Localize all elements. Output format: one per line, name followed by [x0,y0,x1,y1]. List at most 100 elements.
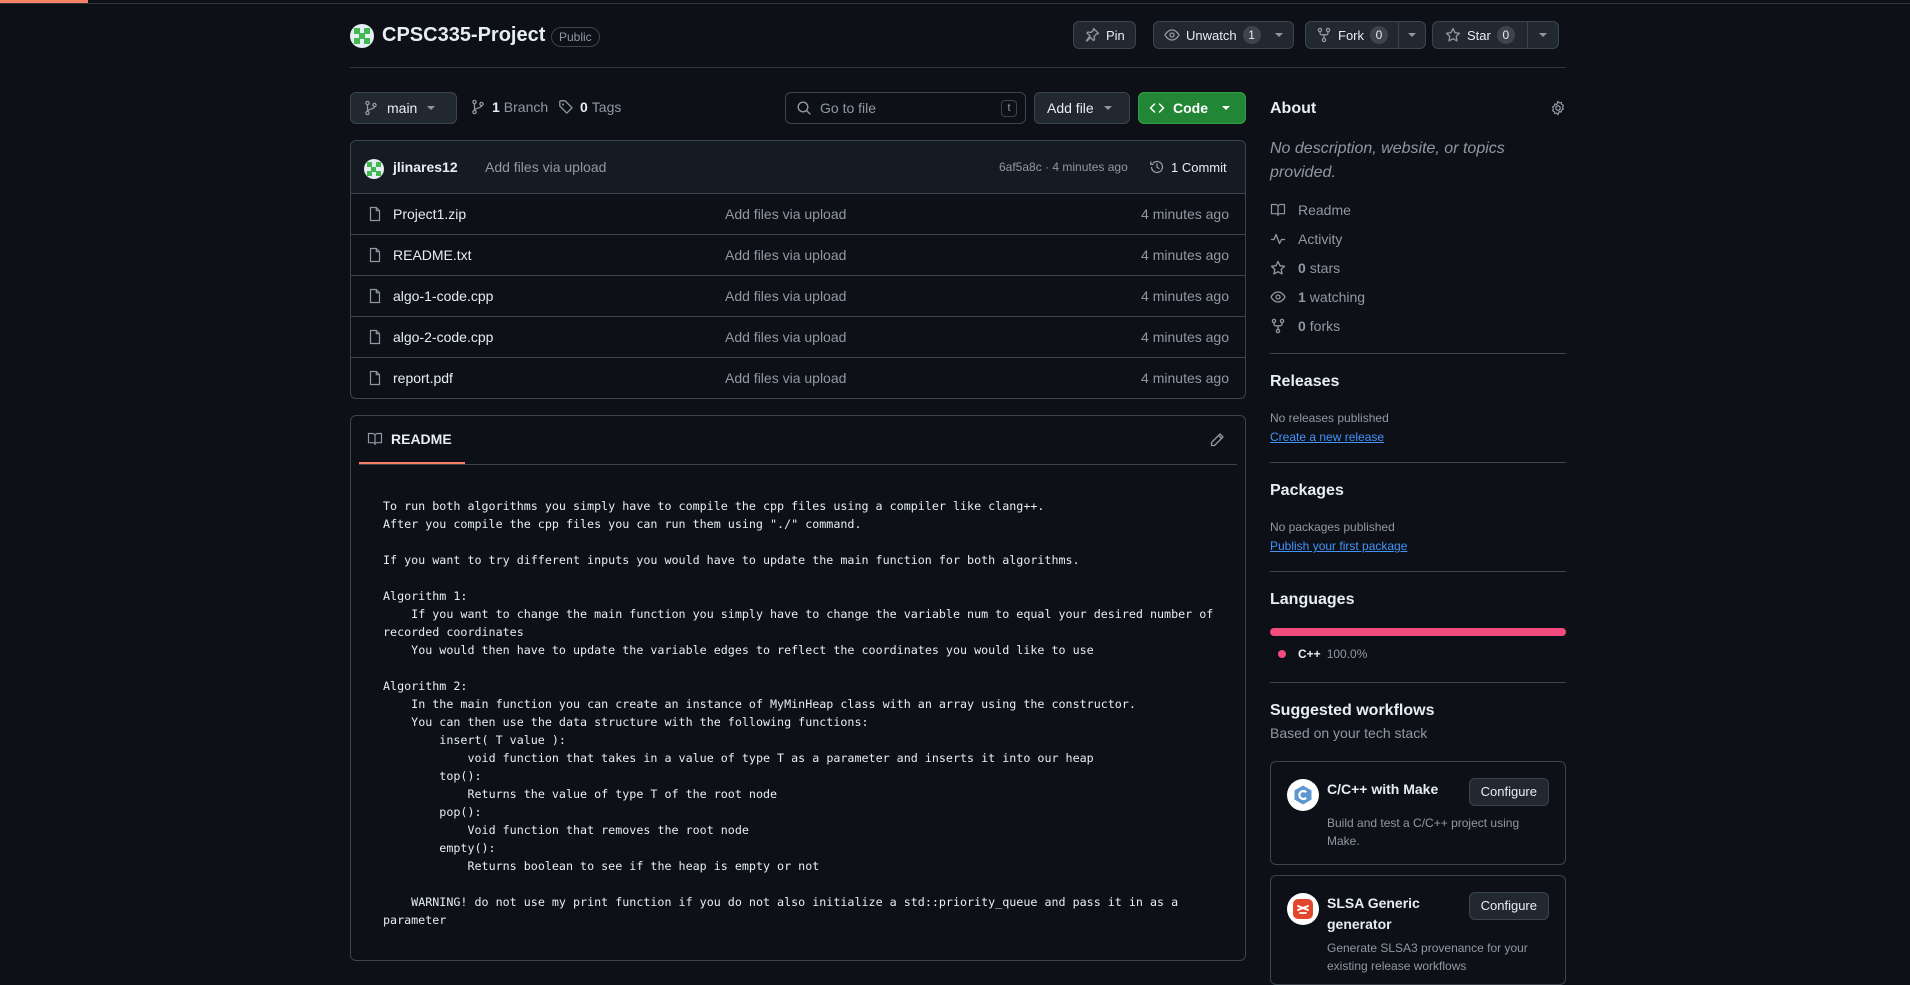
history-icon [1150,160,1164,174]
chevron-down-icon [427,106,436,110]
fork-button[interactable]: Fork 0 [1305,21,1426,49]
pin-label: Pin [1106,27,1125,43]
pin-button[interactable]: Pin [1073,21,1136,49]
branch-name: main [387,100,418,116]
file-commit-time: 4 minutes ago [1141,370,1229,386]
book-icon [1270,203,1286,217]
readme-link-label: Readme [1298,202,1351,218]
tags-label: Tags [591,99,622,115]
stars-link[interactable]: 0 stars [1270,260,1340,276]
configure-button[interactable]: Configure [1468,892,1549,920]
search-shortcut-hint: t [1001,100,1017,117]
author-avatar[interactable] [364,159,384,179]
eye-icon [1164,29,1180,41]
file-icon [369,206,381,222]
code-button[interactable]: Code [1138,92,1246,124]
latest-commit: jlinares12 Add files via upload 6af5a8c … [351,141,1245,194]
branch-icon [365,100,377,116]
commit-count: 1 Commit [1171,159,1227,175]
file-commit-message[interactable]: Add files via upload [725,329,846,345]
commit-author[interactable]: jlinares12 [393,159,458,175]
activity-link[interactable]: Activity [1270,231,1342,247]
language-name: C++ [1298,647,1321,661]
star-dropdown[interactable] [1526,22,1558,48]
file-row[interactable]: algo-2-code.cpp Add files via upload 4 m… [351,317,1245,358]
divider [1270,462,1566,463]
commits-link[interactable]: 1 Commit [1149,159,1227,175]
fork-dropdown[interactable] [1398,22,1425,48]
file-icon [369,329,381,345]
forks-label: forks [1309,318,1341,334]
unwatch-button[interactable]: Unwatch 1 [1153,21,1294,49]
go-to-file-search[interactable]: t [785,92,1026,124]
file-name[interactable]: algo-1-code.cpp [393,288,493,304]
language-bar [1270,628,1566,636]
workflow-title: SLSA Generic generator [1327,895,1420,932]
star-icon [1270,260,1286,275]
languages-heading: Languages [1270,591,1355,608]
file-commit-time: 4 minutes ago [1141,206,1229,222]
tab-readme[interactable]: README [359,416,465,464]
publish-package-link[interactable]: Publish your first package [1270,539,1407,553]
file-commit-time: 4 minutes ago [1141,247,1229,263]
star-button[interactable]: Star 0 [1432,21,1559,49]
configure-button[interactable]: Configure [1468,778,1549,806]
cpp-logo-icon [1287,779,1319,811]
file-row[interactable]: Project1.zip Add files via upload 4 minu… [351,194,1245,235]
watch-count: 1 [1242,26,1261,44]
file-row[interactable]: report.pdf Add files via upload 4 minute… [351,358,1245,398]
workflows-heading: Suggested workflows [1270,702,1435,719]
forks-link[interactable]: 0 forks [1270,318,1340,334]
fork-icon [1271,318,1285,334]
commit-message[interactable]: Add files via upload [485,159,606,175]
workflow-description: Build and test a C/C++ project using Mak… [1327,816,1520,848]
file-commit-message[interactable]: Add files via upload [725,206,846,222]
packages-heading[interactable]: Packages [1270,482,1344,500]
file-name[interactable]: Project1.zip [393,206,466,222]
code-icon [1149,103,1165,113]
releases-heading[interactable]: Releases [1270,373,1339,391]
add-file-button[interactable]: Add file [1034,92,1130,124]
repo-name[interactable]: CPSC335-Project [382,24,545,47]
file-row[interactable]: algo-1-code.cpp Add files via upload 4 m… [351,276,1245,317]
gear-icon[interactable] [1550,100,1566,116]
pencil-icon[interactable] [1209,432,1225,448]
search-icon [797,101,811,115]
watching-link[interactable]: 1 watching [1270,289,1365,305]
owner-avatar[interactable] [350,24,374,48]
go-to-file-input[interactable] [820,100,990,116]
stars-label: stars [1309,260,1341,276]
releases-status: No releases published [1270,411,1389,425]
readme-link[interactable]: Readme [1270,202,1351,218]
watching-label: watching [1309,289,1366,305]
file-row[interactable]: README.txt Add files via upload 4 minute… [351,235,1245,276]
add-file-label: Add file [1047,100,1094,116]
branches-link[interactable]: 1 Branch [470,99,548,115]
watch-dropdown[interactable] [1271,22,1293,48]
workflow-card: C/C++ with Make Build and test a C/C++ p… [1270,761,1566,865]
file-commit-message[interactable]: Add files via upload [725,247,846,263]
workflows-subtitle: Based on your tech stack [1270,725,1428,741]
unwatch-label: Unwatch [1186,27,1237,43]
readme-tabs: README [351,416,1245,464]
file-commit-message[interactable]: Add files via upload [725,288,846,304]
branches-label: Branch [503,99,549,115]
branches-count: 1 [492,99,500,115]
divider [1270,682,1566,683]
book-icon [367,432,383,446]
file-name[interactable]: algo-2-code.cpp [393,329,493,345]
file-commit-message[interactable]: Add files via upload [725,370,846,386]
commit-meta[interactable]: 6af5a8c · 4 minutes ago [999,160,1128,174]
tags-link[interactable]: 0 Tags [558,99,621,115]
language-color-dot [1278,650,1286,658]
readme-panel: README To run both algorithms you simply… [350,415,1246,961]
create-release-link[interactable]: Create a new release [1270,430,1384,444]
chevron-down-icon [1408,33,1416,37]
language-item[interactable]: C++ 100.0% [1278,647,1367,661]
tag-icon [559,100,573,114]
file-name[interactable]: README.txt [393,247,472,263]
code-label: Code [1173,100,1208,116]
file-name[interactable]: report.pdf [393,370,453,386]
branch-selector[interactable]: main [350,92,457,124]
star-icon [1445,27,1461,42]
